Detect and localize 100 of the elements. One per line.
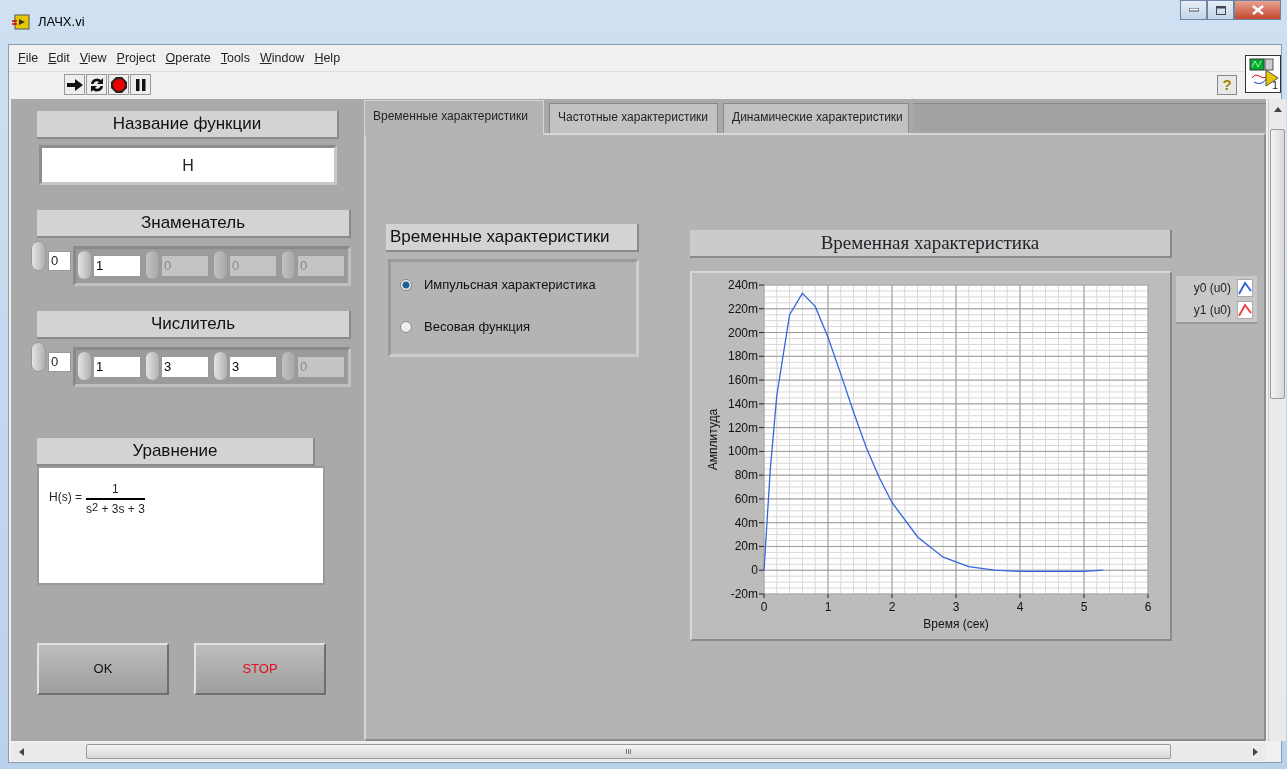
- y-tick: [758, 284, 765, 286]
- y-tick: [758, 355, 765, 357]
- array-element-field[interactable]: 3: [161, 356, 209, 378]
- y-tick-label: 140m: [727, 396, 758, 411]
- y-tick: [758, 593, 765, 595]
- tab[interactable]: Временные характеристики: [364, 100, 544, 135]
- y-tick: [758, 545, 765, 547]
- x-tick-label: 4: [1016, 600, 1024, 614]
- minimize-icon: [1188, 8, 1199, 12]
- menu-item[interactable]: Operate: [160, 48, 216, 68]
- y-tick-label: 60m: [734, 491, 758, 506]
- menu-item[interactable]: Edit: [43, 48, 75, 68]
- menu-item[interactable]: View: [74, 48, 112, 68]
- function-name-field[interactable]: H: [39, 145, 337, 185]
- y-tick: [758, 308, 765, 310]
- close-button[interactable]: [1234, 0, 1281, 20]
- menu-item[interactable]: File: [13, 48, 44, 68]
- y-tick: [758, 522, 765, 524]
- control-label: Числитель: [37, 311, 351, 339]
- menu-item[interactable]: Project: [111, 48, 161, 68]
- legend-label: y0 (u0): [1193, 280, 1231, 297]
- scroll-up-icon: [1274, 107, 1282, 112]
- y-tick-label: 0: [751, 563, 758, 578]
- pause-icon: [134, 78, 147, 91]
- tab[interactable]: Частотные характеристики: [549, 103, 718, 133]
- control-label: Временные характеристики: [386, 224, 639, 252]
- x-tick: [891, 593, 893, 599]
- y-tick: [758, 498, 765, 500]
- y-tick: [758, 427, 765, 429]
- x-tick-label: 6: [1144, 600, 1152, 614]
- tab[interactable]: Динамические характеристики: [723, 103, 909, 133]
- y-tick-label: 220m: [727, 301, 758, 316]
- spinner[interactable]: [31, 342, 46, 372]
- radio-option[interactable]: Импульсная характеристика: [400, 275, 596, 295]
- y-tick-label: 200m: [727, 325, 758, 340]
- vi-icon-number: 1: [1271, 80, 1278, 91]
- app-icon: [12, 14, 30, 30]
- abort-button[interactable]: [108, 74, 129, 95]
- control-label: Уравнение: [37, 438, 315, 466]
- cycle-arrows-icon: [88, 76, 105, 93]
- array-index-field[interactable]: 0: [48, 251, 71, 271]
- y-axis-label: Амплитуда: [706, 408, 720, 471]
- menu-item[interactable]: Help: [309, 48, 346, 68]
- maximize-button[interactable]: [1207, 0, 1234, 20]
- y-tick-label: 80m: [734, 468, 758, 483]
- array-element-field[interactable]: 1: [93, 255, 141, 277]
- y-tick-label: 120m: [727, 420, 758, 435]
- close-icon: [1251, 5, 1264, 15]
- spinner[interactable]: [281, 351, 296, 381]
- y-tick: [758, 474, 765, 476]
- y-tick: [758, 450, 765, 452]
- run-continuously-button[interactable]: [86, 74, 107, 95]
- stop-sign-icon: [110, 76, 127, 93]
- vertical-scrollbar[interactable]: [1268, 99, 1286, 741]
- fraction-numerator: 1: [86, 480, 145, 500]
- y-tick-label: 100m: [727, 444, 758, 459]
- pause-button[interactable]: [130, 74, 151, 95]
- spinner[interactable]: [145, 250, 160, 280]
- array-index-field[interactable]: 0: [48, 352, 71, 372]
- equation-lhs: H(s) =: [49, 489, 82, 506]
- array-element-field[interactable]: 1: [93, 356, 141, 378]
- scroll-right-icon: [1253, 748, 1258, 756]
- x-axis-label: Время (сек): [923, 617, 989, 631]
- x-tick: [955, 593, 957, 599]
- scroll-thumb[interactable]: [1270, 129, 1285, 399]
- spinner[interactable]: [213, 250, 228, 280]
- y-tick-label: 160m: [727, 373, 758, 388]
- x-tick-label: 5: [1080, 600, 1088, 614]
- control-label: Знаменатель: [37, 210, 351, 238]
- x-tick: [1019, 593, 1021, 599]
- y-tick: [758, 403, 765, 405]
- maximize-icon: [1215, 5, 1226, 15]
- y-tick-label: -20m: [730, 587, 758, 601]
- horizontal-scrollbar[interactable]: III: [11, 743, 1266, 761]
- x-tick-label: 3: [952, 600, 960, 614]
- arrow-icon: [66, 78, 83, 91]
- x-tick-label: 2: [888, 600, 896, 614]
- y-tick-label: 40m: [734, 515, 758, 530]
- plot-swatch-icon: [1237, 301, 1253, 319]
- spinner[interactable]: [281, 250, 296, 280]
- scroll-left-icon: [19, 748, 24, 756]
- x-tick: [1083, 593, 1085, 599]
- vi-icon[interactable]: [1245, 55, 1281, 93]
- run-button[interactable]: [64, 74, 85, 95]
- y-tick-label: 180m: [727, 349, 758, 364]
- y-tick-label: 240m: [727, 278, 758, 292]
- graph-title: Временная характеристика: [690, 230, 1172, 258]
- control-label: Название функции: [37, 111, 339, 139]
- y-tick: [758, 379, 765, 381]
- radio-option[interactable]: Весовая функция: [400, 317, 531, 337]
- scroll-thumb[interactable]: III: [86, 744, 1171, 759]
- y-tick-label: 20m: [734, 539, 758, 554]
- x-tick-label: 0: [760, 600, 768, 614]
- x-tick: [827, 593, 829, 599]
- ok-button[interactable]: OK: [37, 643, 169, 695]
- array-element-field[interactable]: 3: [229, 356, 277, 378]
- x-tick: [763, 593, 765, 599]
- spinner[interactable]: [31, 241, 46, 271]
- menu-item[interactable]: Window: [254, 48, 310, 68]
- menu-item[interactable]: Tools: [215, 48, 255, 68]
